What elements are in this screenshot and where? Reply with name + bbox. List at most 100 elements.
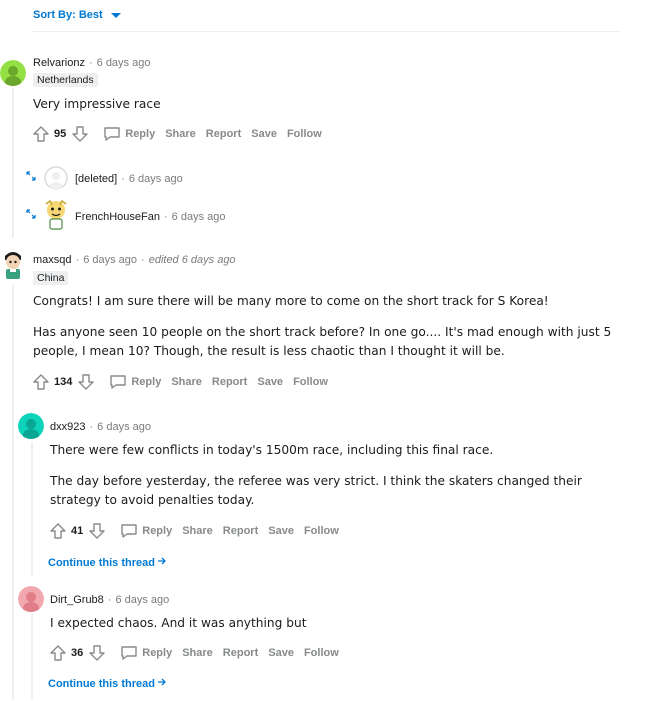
upvote-icon[interactable] (32, 125, 50, 143)
share-button[interactable]: Share (182, 647, 213, 659)
reply-button[interactable]: Reply (103, 126, 155, 142)
user-flair: Netherlands (33, 73, 98, 87)
report-button[interactable]: Report (223, 525, 258, 537)
arrow-right-icon (157, 677, 167, 690)
reply-label: Reply (142, 647, 173, 659)
avatar[interactable] (18, 413, 44, 439)
comment-paragraph: Very impressive race (33, 97, 161, 111)
vote-count: 41 (71, 525, 84, 537)
separator: · (75, 254, 80, 266)
expand-icon[interactable] (25, 170, 37, 182)
reply-label: Reply (142, 525, 173, 537)
sort-label: Sort By: Best (33, 9, 103, 21)
avatar[interactable] (0, 60, 26, 86)
save-button[interactable]: Save (251, 128, 277, 140)
separator: · (141, 254, 145, 266)
separator: · (164, 211, 168, 223)
separator: · (88, 57, 93, 69)
upvote-icon[interactable] (49, 644, 67, 662)
downvote-icon[interactable] (88, 644, 106, 662)
collapsed-comment[interactable]: FrenchHouseFan · 6 days ago (75, 211, 226, 223)
comment-icon (121, 524, 137, 538)
username[interactable]: Relvarionz (33, 57, 85, 69)
username[interactable]: maxsqd (33, 254, 72, 266)
upvote-icon[interactable] (49, 522, 67, 540)
share-button[interactable]: Share (182, 525, 213, 537)
continue-thread-label: Continue this thread (48, 556, 155, 569)
comment-paragraph: Has anyone seen 10 people on the short t… (33, 325, 612, 358)
report-button[interactable]: Report (223, 647, 258, 659)
sort-dropdown[interactable]: Sort By: Best (33, 9, 121, 21)
comment-icon (110, 375, 127, 389)
timestamp[interactable]: 6 days ago (97, 57, 151, 69)
username: FrenchHouseFan (75, 211, 160, 223)
report-button[interactable]: Report (212, 376, 247, 388)
comment-icon (104, 127, 120, 141)
thread-line[interactable] (12, 285, 14, 700)
comment-actions: 95 Reply Share Report Save Follow (32, 125, 322, 143)
arrow-right-icon (157, 556, 167, 569)
comment-meta: maxsqd · 6 days ago · edited 6 days ago (33, 254, 236, 266)
divider (33, 31, 620, 32)
avatar[interactable] (42, 198, 70, 230)
expand-icon[interactable] (25, 208, 37, 220)
comment-meta: Dirt_Grub8 · 6 days ago (50, 594, 169, 606)
reply-button[interactable]: Reply (120, 523, 172, 539)
reply-label: Reply (131, 376, 162, 388)
avatar[interactable] (44, 166, 68, 190)
chevron-down-icon (110, 13, 121, 18)
timestamp: 6 days ago (128, 173, 183, 185)
username: [deleted] (75, 173, 118, 185)
thread-line[interactable] (12, 88, 14, 238)
comment-body: There were few conflicts in today's 1500… (50, 441, 635, 519)
save-button[interactable]: Save (268, 647, 294, 659)
continue-thread-label: Continue this thread (48, 677, 155, 690)
avatar[interactable] (0, 248, 26, 282)
comment-actions: 41 Reply Share Report Save Follow (49, 522, 339, 540)
report-button[interactable]: Report (206, 128, 241, 140)
separator: · (107, 594, 112, 606)
upvote-icon[interactable] (32, 373, 50, 391)
avatar[interactable] (18, 586, 44, 612)
follow-button[interactable]: Follow (287, 128, 322, 140)
collapsed-comment[interactable]: [deleted] · 6 days ago (75, 173, 183, 185)
separator: · (121, 173, 125, 185)
share-button[interactable]: Share (165, 128, 196, 140)
username[interactable]: Dirt_Grub8 (50, 594, 104, 606)
thread-line[interactable] (31, 614, 33, 699)
downvote-icon[interactable] (77, 373, 95, 391)
comment-body: Congrats! I am sure there will be many m… (33, 292, 618, 370)
comment-actions: 134 Reply Share Report Save Follow (32, 373, 328, 391)
user-flair: China (33, 271, 69, 285)
timestamp[interactable]: 6 days ago (83, 254, 137, 266)
timestamp[interactable]: 6 days ago (115, 594, 169, 606)
save-button[interactable]: Save (268, 525, 294, 537)
vote-count: 95 (54, 128, 67, 140)
username[interactable]: dxx923 (50, 421, 85, 433)
comment-paragraph: Congrats! I am sure there will be many m… (33, 294, 549, 308)
continue-thread-link[interactable]: Continue this thread (48, 556, 167, 569)
downvote-icon[interactable] (88, 522, 106, 540)
reply-label: Reply (125, 128, 156, 140)
comment-meta: dxx923 · 6 days ago (50, 421, 151, 433)
timestamp[interactable]: 6 days ago (97, 421, 151, 433)
comment-paragraph: The day before yesterday, the referee wa… (50, 474, 582, 507)
thread-line[interactable] (31, 442, 33, 577)
follow-button[interactable]: Follow (304, 647, 339, 659)
downvote-icon[interactable] (71, 125, 89, 143)
follow-button[interactable]: Follow (304, 525, 339, 537)
comment-body: Very impressive race (33, 95, 623, 123)
vote-count: 134 (54, 376, 73, 388)
share-button[interactable]: Share (171, 376, 202, 388)
comment-icon (121, 646, 137, 660)
continue-thread-link[interactable]: Continue this thread (48, 677, 167, 690)
comment-paragraph: I expected chaos. And it was anything bu… (50, 616, 307, 630)
save-button[interactable]: Save (257, 376, 283, 388)
edited-label: edited 6 days ago (148, 254, 236, 266)
vote-count: 36 (71, 647, 84, 659)
reply-button[interactable]: Reply (120, 645, 172, 661)
follow-button[interactable]: Follow (293, 376, 328, 388)
timestamp: 6 days ago (171, 211, 226, 223)
comment-body: I expected chaos. And it was anything bu… (50, 614, 635, 642)
reply-button[interactable]: Reply (109, 374, 161, 390)
